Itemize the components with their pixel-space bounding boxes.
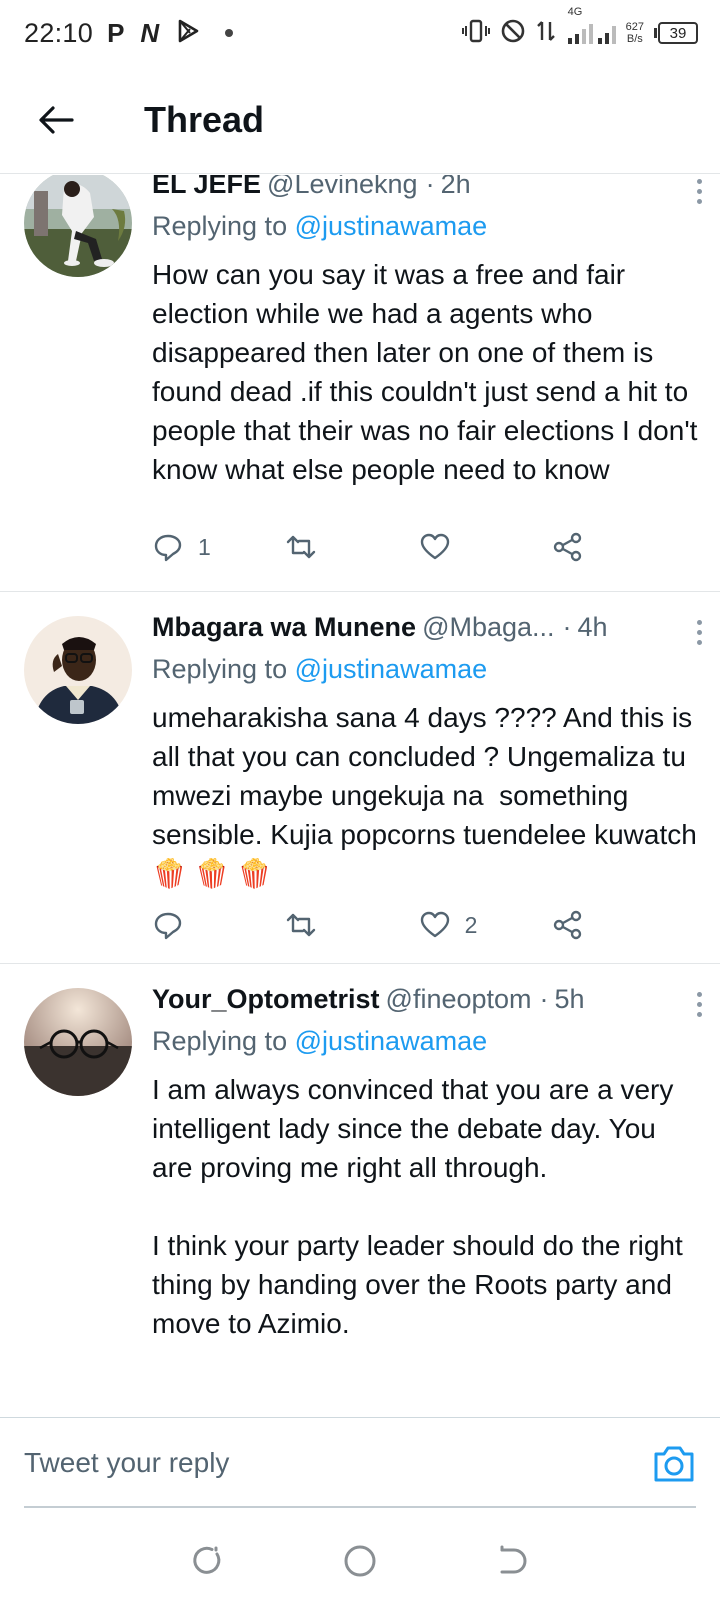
tweet-actions: 1 [152,525,612,569]
reply-icon [154,534,182,562]
page-title: Thread [144,98,265,140]
retweet-icon [287,535,316,559]
handle[interactable]: @Mbaga... [422,612,554,643]
back-button[interactable] [26,90,86,150]
retweet-button[interactable] [285,531,345,563]
system-back-button[interactable] [489,1537,537,1585]
share-icon [553,910,582,940]
replying-to: Replying to @justinawamae [152,654,488,684]
recents-icon [193,1546,220,1574]
home-circle-icon [344,1545,376,1576]
tweet-text: I am always convinced that you are a ver… [152,1074,683,1339]
camera-button[interactable] [652,1442,696,1486]
heart-icon [420,911,449,938]
more-options-button[interactable] [686,175,712,211]
retweet-icon [287,913,316,937]
signal-4g-icon: 4G [566,6,616,46]
timestamp: 4h [577,612,608,642]
timestamp: 2h [440,175,471,199]
avatar[interactable] [24,616,132,724]
share-button[interactable] [552,909,612,941]
tweet-body: EL JEFE @Levinekng · 2h Replying to @jus… [152,175,700,489]
battery-icon: 39 [654,22,698,44]
back-gesture-icon [500,1545,527,1573]
display-name[interactable]: Mbagara wa Munene [152,612,416,643]
tweet-header: Your_Optometrist @fineoptom · 5h [152,984,700,1024]
p-app-icon: P [107,18,125,48]
home-button[interactable] [336,1537,384,1585]
reply-count: 1 [198,533,211,560]
display-name[interactable]: EL JEFE [152,175,261,200]
network-speed: 627 B/s [625,21,644,45]
share-button[interactable] [552,531,612,563]
arrow-left-icon [39,105,74,134]
timestamp: 5h [554,984,585,1014]
like-button[interactable]: 2 [419,909,479,941]
camera-icon [654,1446,694,1482]
play-store-icon [175,18,201,49]
heart-icon [420,533,449,560]
tweet-text: How can you say it was a free and fair e… [152,259,706,485]
tweet-header: Mbagara wa Munene @Mbaga... · 4h [152,612,700,652]
display-name[interactable]: Your_Optometrist [152,984,380,1015]
handle[interactable]: @fineoptom [386,984,532,1015]
more-notifications-dot [225,29,234,37]
separator-dot: · [562,612,572,642]
tweet-body: Your_Optometrist @fineoptom · 5h Replyin… [152,984,700,1343]
mention-link[interactable]: @justinawamae [295,654,488,684]
more-options-button[interactable] [686,984,712,1024]
avatar[interactable] [24,175,132,277]
retweet-button[interactable] [285,909,345,941]
do-not-disturb-icon [500,18,526,49]
top-app-bar: Thread [0,66,720,174]
reply-input[interactable] [24,1440,604,1486]
thread-timeline[interactable]: EL JEFE @Levinekng · 2h Replying to @jus… [0,175,720,1415]
like-count: 2 [464,911,478,938]
reply-icon [154,912,182,940]
tweet-item[interactable]: EL JEFE @Levinekng · 2h Replying to @jus… [0,175,720,592]
composer-divider [24,1506,696,1508]
tweet-text: umeharakisha sana 4 days ???? And this i… [152,702,705,889]
avatar[interactable] [24,988,132,1096]
replying-to: Replying to @justinawamae [152,211,488,241]
tweet-actions: 2 [152,903,612,947]
separator-dot: · [539,984,549,1014]
status-time: 22:10 [24,17,94,48]
mention-link[interactable]: @justinawamae [295,1026,488,1056]
n-app-icon: N [140,18,160,48]
handle[interactable]: @Levinekng [267,175,418,200]
tweet-body: Mbagara wa Munene @Mbaga... · 4h Replyin… [152,612,700,893]
notification-icons: P N [107,18,234,49]
separator-dot: · [425,175,435,199]
like-button[interactable] [419,531,479,563]
replying-to: Replying to @justinawamae [152,1026,488,1056]
system-navigation-bar [0,1509,720,1612]
more-options-button[interactable] [686,612,712,652]
reply-button[interactable]: 1 [152,531,212,563]
status-right: 4G 627 B/s 39 [461,6,698,49]
data-transfer-icon [536,18,556,49]
tweet-item[interactable]: Mbagara wa Munene @Mbaga... · 4h Replyin… [0,592,720,964]
battery-level: 39 [658,22,698,44]
reply-composer [0,1417,720,1509]
recent-apps-button[interactable] [183,1537,231,1585]
tweet-item[interactable]: Your_Optometrist @fineoptom · 5h Replyin… [0,964,720,1415]
share-icon [553,532,582,562]
reply-button[interactable] [152,909,212,941]
status-bar: 22:10 P N 4G 627 B/s 39 [0,0,720,66]
mention-link[interactable]: @justinawamae [295,211,488,241]
vibrate-icon [461,18,490,49]
tweet-header: EL JEFE @Levinekng · 2h [152,175,700,209]
